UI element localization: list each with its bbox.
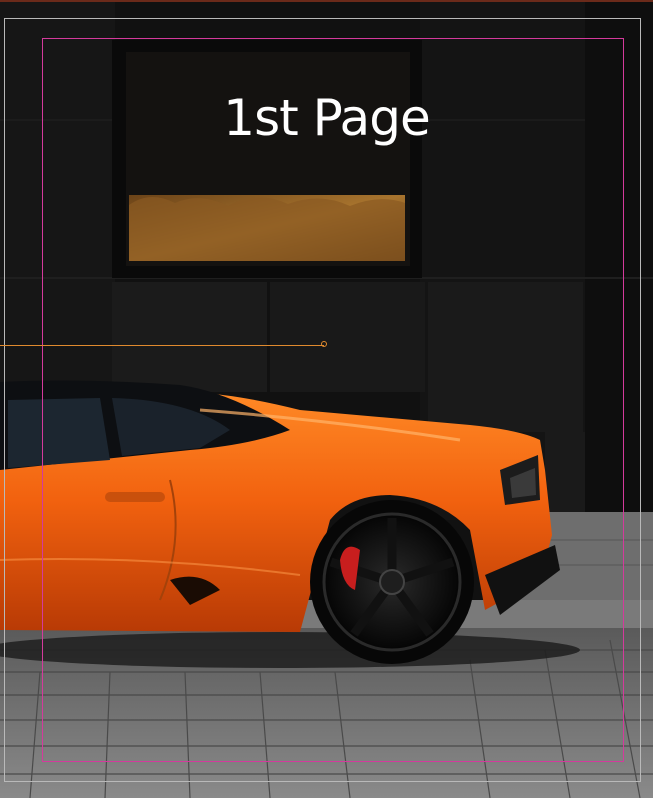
- pointer-line: [0, 345, 324, 346]
- page-title[interactable]: 1st Page: [0, 86, 653, 150]
- top-edge-line: [0, 0, 653, 2]
- pointer-handle-icon[interactable]: [321, 341, 327, 347]
- page-canvas: 1st Page: [0, 0, 653, 798]
